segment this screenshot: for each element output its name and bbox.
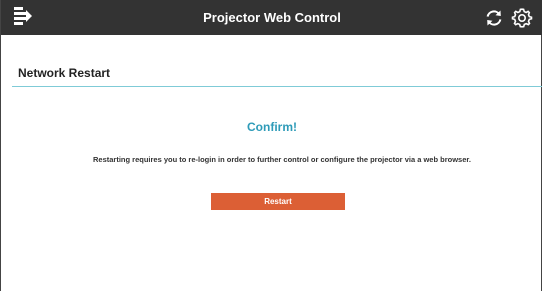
gear-icon bbox=[511, 8, 533, 28]
restart-button[interactable]: Restart bbox=[211, 193, 345, 210]
menu-icon bbox=[14, 7, 32, 25]
refresh-button[interactable] bbox=[484, 8, 504, 28]
app-title: Projector Web Control bbox=[203, 10, 341, 25]
restart-message: Restarting requires you to re-login in o… bbox=[93, 155, 471, 164]
settings-button[interactable] bbox=[511, 7, 533, 29]
section-title: Network Restart bbox=[18, 66, 111, 80]
refresh-icon bbox=[486, 10, 502, 26]
app-window: Projector Web Control Network Restart Co… bbox=[0, 0, 542, 291]
menu-button[interactable] bbox=[13, 6, 33, 28]
confirm-heading: Confirm! bbox=[247, 120, 297, 134]
top-bar: Projector Web Control bbox=[1, 0, 542, 35]
divider bbox=[12, 86, 542, 87]
